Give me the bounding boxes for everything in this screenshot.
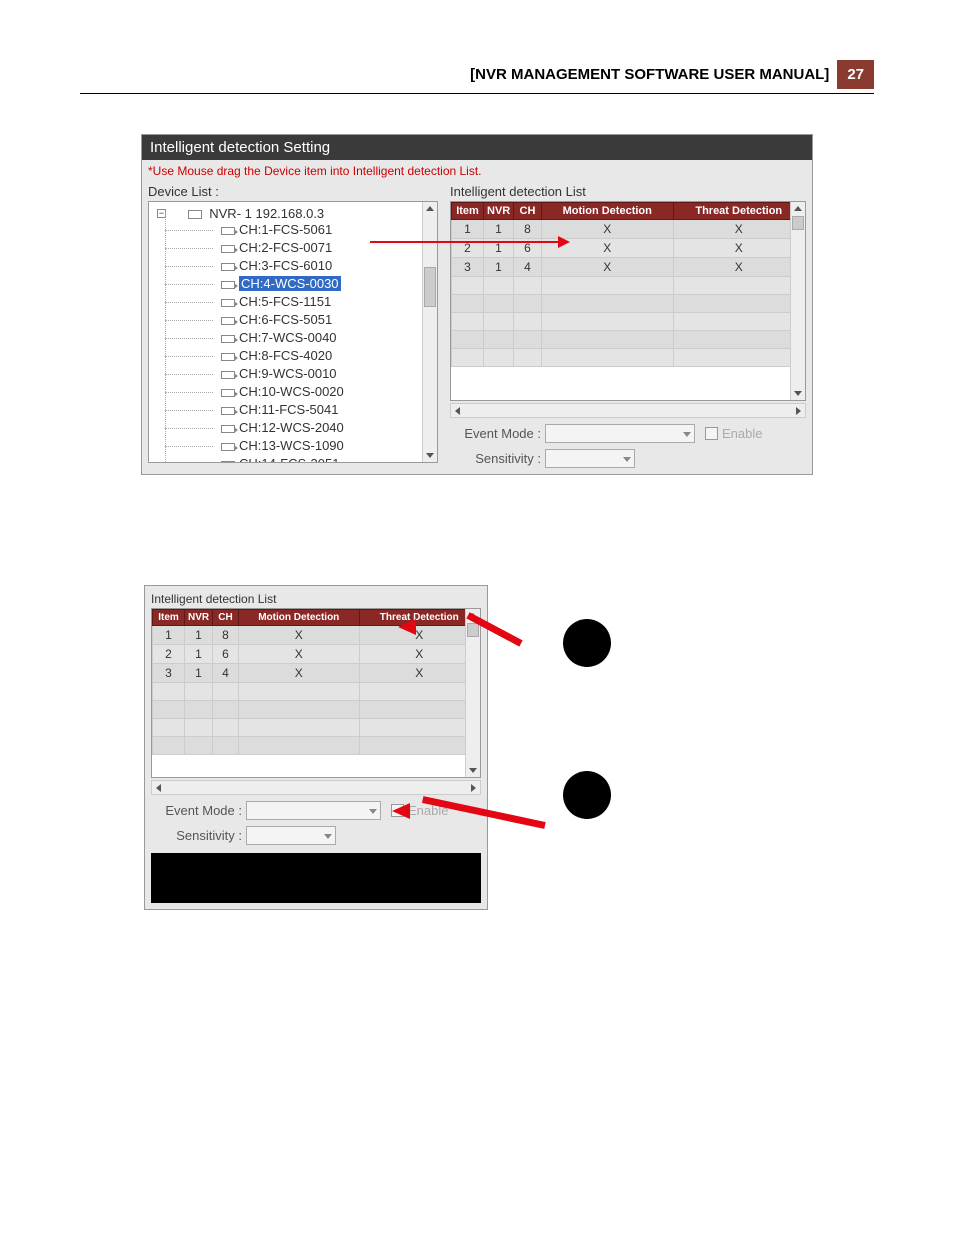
scrollbar-vertical[interactable] [465, 609, 480, 777]
table-row[interactable] [452, 295, 805, 313]
table-row[interactable] [452, 331, 805, 349]
table-header-row: Item NVR CH Motion Detection Threat Dete… [452, 203, 805, 220]
annotation-arrow-drag [370, 241, 560, 243]
camera-icon [221, 281, 235, 289]
nvr-icon [188, 210, 202, 219]
screenshot-intelligent-detection-setting: Intelligent detection Setting *Use Mouse… [141, 134, 813, 475]
tree-item[interactable]: CH:9-WCS-0010 [151, 365, 435, 383]
enable-checkbox[interactable] [705, 427, 718, 440]
camera-icon [221, 227, 235, 235]
table-row[interactable]: 118XX [452, 220, 805, 239]
detection-table[interactable]: Item NVR CH Motion Detection Threat Dete… [151, 608, 481, 778]
event-mode-select[interactable] [545, 424, 695, 443]
screenshot-detection-list-detail: Intelligent detection List Item NVR CH M… [144, 585, 488, 910]
tree-item[interactable]: CH:5-FCS-1151 [151, 293, 435, 311]
tree-root-label: NVR- 1 192.168.0.3 [209, 206, 324, 221]
table-row[interactable] [452, 349, 805, 367]
event-mode-label: Event Mode : [450, 426, 545, 441]
detection-list-label: Intelligent detection List [450, 182, 806, 201]
camera-icon [221, 335, 235, 343]
annotation-arrowhead [392, 803, 410, 819]
tree-item[interactable]: CH:8-FCS-4020 [151, 347, 435, 365]
camera-icon [221, 443, 235, 451]
table-row[interactable] [153, 719, 480, 737]
event-mode-select[interactable] [246, 801, 381, 820]
drag-hint: *Use Mouse drag the Device item into Int… [142, 160, 812, 182]
camera-icon [221, 371, 235, 379]
window-title: Intelligent detection Setting [142, 135, 812, 160]
camera-icon [221, 245, 235, 253]
tree-item[interactable]: CH:12-WCS-2040 [151, 419, 435, 437]
table-row[interactable] [452, 313, 805, 331]
table-row[interactable] [153, 701, 480, 719]
tree-root[interactable]: − NVR- 1 192.168.0.3 [151, 206, 435, 221]
annotation-dot [563, 619, 611, 667]
camera-icon [221, 425, 235, 433]
sensitivity-select[interactable] [246, 826, 336, 845]
sensitivity-select[interactable] [545, 449, 635, 468]
event-mode-label: Event Mode : [151, 803, 246, 818]
scrollbar-horizontal[interactable] [450, 403, 806, 418]
tree-item[interactable]: CH:10-WCS-0020 [151, 383, 435, 401]
enable-label: Enable [722, 426, 762, 441]
table-row[interactable]: 314XX [153, 664, 480, 683]
camera-icon [221, 461, 235, 463]
tree-item[interactable]: CH:3-FCS-6010 [151, 257, 435, 275]
device-list-label: Device List : [148, 182, 438, 201]
scrollbar-horizontal[interactable] [151, 780, 481, 795]
header-title: [NVR MANAGEMENT SOFTWARE USER MANUAL] [470, 66, 829, 83]
tree-item[interactable]: CH:7-WCS-0040 [151, 329, 435, 347]
annotation-arrowhead [398, 619, 416, 635]
page-header: [NVR MANAGEMENT SOFTWARE USER MANUAL] 27 [80, 60, 874, 94]
table-row[interactable]: 216XX [153, 645, 480, 664]
table-row[interactable] [452, 277, 805, 295]
camera-icon [221, 389, 235, 397]
camera-icon [221, 353, 235, 361]
table-row[interactable]: 314XX [452, 258, 805, 277]
sensitivity-label: Sensitivity : [151, 828, 246, 843]
tree-item[interactable]: CH:14-FCS-3051 [151, 455, 435, 463]
scrollbar-vertical[interactable] [790, 202, 805, 400]
table-row[interactable] [153, 683, 480, 701]
tree-item-selected[interactable]: CH:4-WCS-0030 [151, 275, 435, 293]
camera-icon [221, 317, 235, 325]
tree-item[interactable]: CH:13-WCS-1090 [151, 437, 435, 455]
tree-item[interactable]: CH:6-FCS-5051 [151, 311, 435, 329]
camera-icon [221, 263, 235, 271]
table-row[interactable]: 118XX [153, 626, 480, 645]
annotation-dot [563, 771, 611, 819]
table-row[interactable] [153, 737, 480, 755]
sensitivity-label: Sensitivity : [450, 451, 545, 466]
camera-icon [221, 407, 235, 415]
tree-item[interactable]: CH:1-FCS-5061 [151, 221, 435, 239]
detection-list-label: Intelligent detection List [151, 590, 481, 608]
table-header-row: Item NVR CH Motion Detection Threat Dete… [153, 610, 480, 626]
camera-icon [221, 299, 235, 307]
detection-table[interactable]: Item NVR CH Motion Detection Threat Dete… [450, 201, 806, 401]
tree-item[interactable]: CH:11-FCS-5041 [151, 401, 435, 419]
page-number: 27 [837, 60, 874, 89]
preview-area [151, 853, 481, 903]
